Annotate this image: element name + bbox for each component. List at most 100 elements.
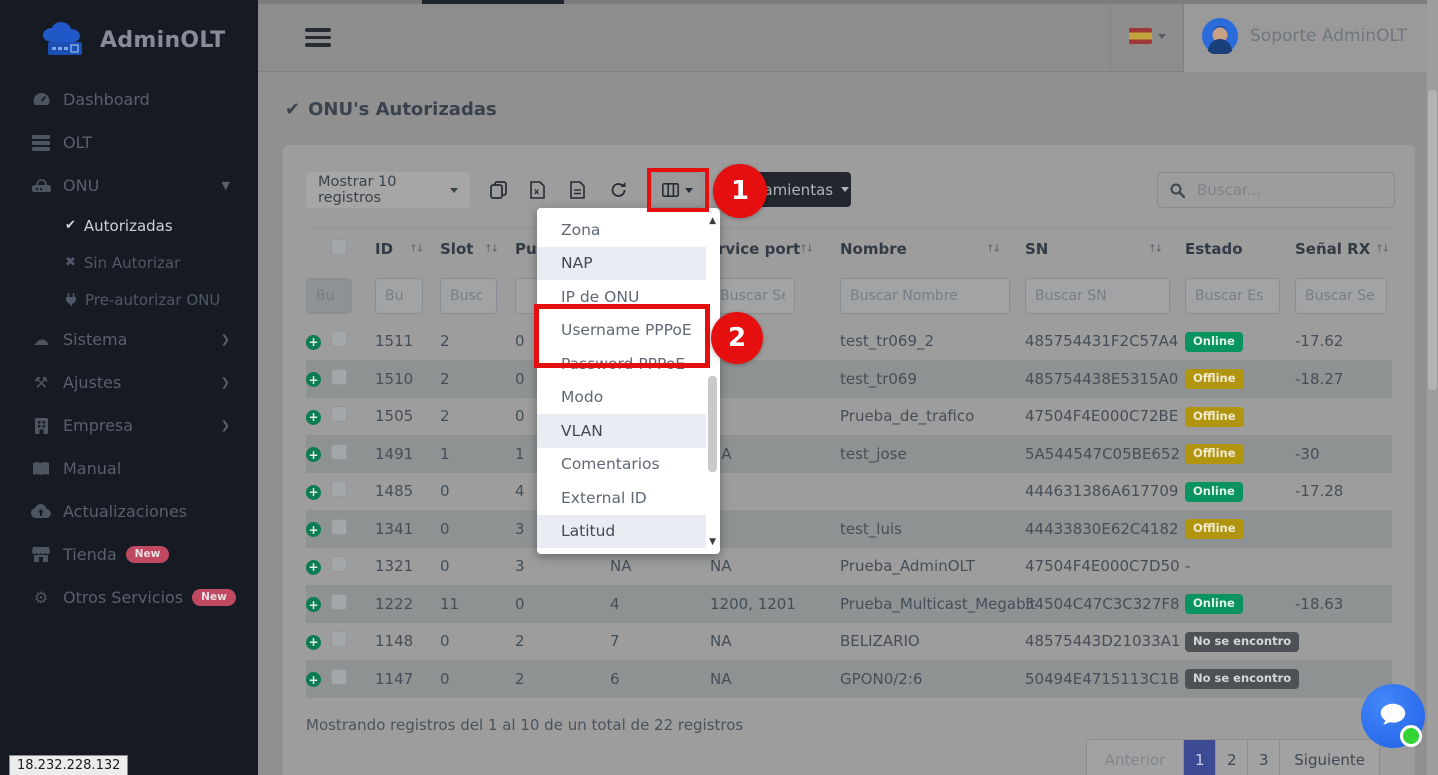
sidebar-item-actualizaciones[interactable]: Actualizaciones bbox=[0, 490, 258, 533]
row-checkbox[interactable] bbox=[331, 331, 347, 347]
expand-row-icon[interactable]: + bbox=[306, 447, 321, 462]
sidebar-item-sin-autorizar[interactable]: ✖ Sin Autorizar bbox=[0, 244, 258, 281]
filter-input-service-port[interactable] bbox=[710, 278, 795, 314]
row-checkbox[interactable] bbox=[331, 519, 347, 535]
column-visibility-menu-item[interactable]: Modo bbox=[537, 381, 706, 415]
pagination-page-3[interactable]: 3 bbox=[1247, 740, 1279, 775]
expand-row-icon[interactable]: + bbox=[306, 522, 321, 537]
row-checkbox[interactable] bbox=[331, 406, 347, 422]
header-service-port[interactable]: Service port↑↓ bbox=[710, 229, 840, 269]
filter-input-id[interactable] bbox=[375, 278, 423, 314]
excel-export-button[interactable]: x bbox=[530, 181, 545, 199]
expand-row-icon[interactable]: + bbox=[306, 372, 321, 387]
status-badge: Offline bbox=[1185, 519, 1244, 539]
sidebar-item-manual[interactable]: Manual bbox=[0, 447, 258, 490]
select-all-checkbox[interactable] bbox=[331, 239, 347, 255]
sidebar-item-ajustes[interactable]: ⚒ Ajustes ❯ bbox=[0, 361, 258, 404]
sidebar-item-onu[interactable]: ONU ▼ bbox=[0, 164, 258, 207]
logo[interactable]: AdminOLT bbox=[0, 0, 258, 78]
row-checkbox[interactable] bbox=[331, 669, 347, 685]
sidebar-item-dashboard[interactable]: Dashboard bbox=[0, 78, 258, 121]
cell-sn: 54504C47C3C327F8 bbox=[1025, 585, 1185, 623]
sort-icon[interactable]: ↑↓ bbox=[1375, 243, 1388, 254]
user-menu[interactable]: Soporte AdminOLT bbox=[1183, 0, 1438, 72]
copy-button[interactable] bbox=[490, 181, 507, 199]
expand-row-icon[interactable]: + bbox=[306, 597, 321, 612]
expand-row-icon[interactable]: + bbox=[306, 672, 321, 687]
sidebar-item-tienda[interactable]: Tienda New bbox=[0, 533, 258, 576]
table-row: + 1321 0 3 NA NA Prueba_AdminOLT 47504F4… bbox=[306, 548, 1392, 586]
row-checkbox[interactable] bbox=[331, 444, 347, 460]
sidebar-item-empresa[interactable]: Empresa ❯ bbox=[0, 404, 258, 447]
expand-row-icon[interactable]: + bbox=[306, 410, 321, 425]
cell-service-port bbox=[710, 398, 840, 436]
table-row: + 1491 1 1 NA test_jose 5A544547C05BE652… bbox=[306, 435, 1392, 473]
menu-scrollbar-thumb[interactable] bbox=[708, 376, 717, 472]
file-export-button[interactable] bbox=[570, 181, 585, 199]
scroll-down-arrow-icon[interactable]: ▼ bbox=[709, 537, 716, 547]
refresh-button[interactable] bbox=[610, 182, 627, 198]
sort-icon[interactable]: ↑↓ bbox=[409, 243, 422, 254]
row-checkbox[interactable] bbox=[331, 481, 347, 497]
sidebar-item-sistema[interactable]: ☁ Sistema ❯ bbox=[0, 318, 258, 361]
column-visibility-menu-item[interactable]: VLAN bbox=[537, 414, 706, 448]
sidebar-toggle-button[interactable] bbox=[305, 28, 331, 51]
column-visibility-menu-item[interactable]: External ID bbox=[537, 481, 706, 515]
row-checkbox[interactable] bbox=[331, 631, 347, 647]
row-checkbox[interactable] bbox=[331, 594, 347, 610]
sidebar-item-pre-autorizar[interactable]: Pre-autorizar ONU bbox=[0, 281, 258, 318]
filter-input-estado[interactable] bbox=[1185, 278, 1280, 314]
expand-row-icon[interactable]: + bbox=[306, 485, 321, 500]
header-nombre[interactable]: Nombre↑↓ bbox=[840, 229, 1025, 269]
sort-icon[interactable]: ↑↓ bbox=[986, 243, 999, 254]
annotation-step-1: 1 bbox=[713, 164, 767, 218]
cell-estado: Offline bbox=[1185, 398, 1295, 436]
page-length-dropdown[interactable]: Mostrar 10 registros bbox=[306, 172, 470, 208]
filter-input-senal[interactable] bbox=[1295, 278, 1387, 314]
language-dropdown[interactable] bbox=[1110, 0, 1183, 72]
column-visibility-menu-item[interactable]: NAP bbox=[537, 247, 706, 281]
pagination-next-button[interactable]: Siguiente bbox=[1279, 740, 1379, 775]
new-badge: New bbox=[126, 546, 170, 563]
column-visibility-menu-item[interactable]: Comentarios bbox=[537, 448, 706, 482]
annotation-step-2: 2 bbox=[711, 312, 763, 364]
header-sn[interactable]: SN↑↓ bbox=[1025, 229, 1185, 269]
row-checkbox[interactable] bbox=[331, 556, 347, 572]
filter-input-slot[interactable] bbox=[440, 278, 497, 314]
pagination-page-1[interactable]: 1 bbox=[1183, 740, 1215, 775]
cell-senal bbox=[1295, 623, 1392, 661]
expand-row-icon[interactable]: + bbox=[306, 335, 321, 350]
header-senal-rx[interactable]: Señal RX↑↓ bbox=[1295, 229, 1392, 269]
cell-senal: -18.27 bbox=[1295, 360, 1392, 398]
cell-slot: 2 bbox=[440, 360, 515, 398]
pagination-prev-button[interactable]: Anterior bbox=[1087, 740, 1184, 775]
expand-row-icon[interactable]: + bbox=[306, 635, 321, 650]
filter-input-nombre[interactable] bbox=[840, 278, 1010, 314]
column-visibility-menu-item[interactable]: Zona bbox=[537, 213, 706, 247]
sidebar-item-label: Dashboard bbox=[63, 90, 150, 109]
header-id[interactable]: ID↑↓ bbox=[375, 229, 440, 269]
column-visibility-menu-item[interactable]: Latitud bbox=[537, 515, 706, 549]
chat-online-dot bbox=[1400, 725, 1422, 747]
filter-input-sn[interactable] bbox=[1025, 278, 1170, 314]
search-input[interactable] bbox=[1195, 180, 1365, 200]
sidebar-item-autorizadas[interactable]: ✔ Autorizadas bbox=[0, 207, 258, 244]
header-estado[interactable]: Estado bbox=[1185, 229, 1295, 269]
sort-icon[interactable]: ↑↓ bbox=[1148, 243, 1161, 254]
sort-icon[interactable]: ↑↓ bbox=[799, 243, 812, 254]
filter-input[interactable] bbox=[306, 278, 352, 314]
scroll-up-arrow-icon[interactable]: ▲ bbox=[709, 216, 716, 226]
x-icon: ✖ bbox=[65, 255, 76, 270]
pagination-page-2[interactable]: 2 bbox=[1215, 740, 1247, 775]
cell-id: 1491 bbox=[375, 435, 440, 473]
sidebar-item-otros-servicios[interactable]: ⚙ Otros Servicios New bbox=[0, 576, 258, 619]
page-scrollbar-thumb[interactable] bbox=[1428, 90, 1437, 390]
status-badge: No se encontro bbox=[1185, 632, 1299, 652]
sidebar-item-olt[interactable]: OLT bbox=[0, 121, 258, 164]
row-checkbox[interactable] bbox=[331, 369, 347, 385]
expand-row-icon[interactable]: + bbox=[306, 560, 321, 575]
cell-senal bbox=[1295, 398, 1392, 436]
header-slot[interactable]: Slot↑↓ bbox=[440, 229, 515, 269]
page-scrollbar[interactable] bbox=[1427, 0, 1438, 775]
sort-icon[interactable]: ↑↓ bbox=[484, 243, 497, 254]
